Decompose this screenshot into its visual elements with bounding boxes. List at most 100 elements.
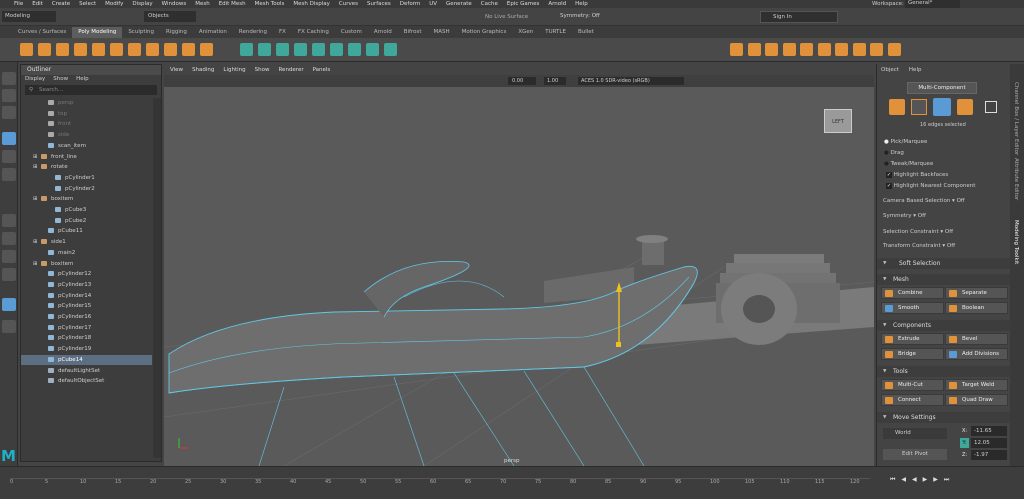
layout-two-icon[interactable] — [2, 250, 16, 263]
menu-display[interactable]: Display — [132, 1, 152, 7]
y-field[interactable]: 12.05 — [971, 438, 1007, 448]
outliner-row[interactable]: ⊞ side1 — [21, 237, 152, 248]
outliner-row[interactable]: defaultObjectSet — [21, 376, 152, 387]
viewport-menu-renderer[interactable]: Renderer — [278, 66, 303, 75]
face-mode-icon[interactable] — [933, 98, 951, 116]
highlight-nearest-checkbox[interactable]: ✓ Highlight Nearest Component — [886, 183, 975, 189]
go-start-icon[interactable]: ⏮ — [890, 476, 895, 486]
multi-cut-button[interactable]: Multi-Cut — [881, 379, 944, 391]
shelf-tool-icon[interactable] — [852, 43, 866, 56]
step-back-icon[interactable]: ◀ — [901, 476, 906, 486]
viewport-menu-shading[interactable]: Shading — [192, 66, 214, 75]
shelf-tab-custom[interactable]: Custom — [335, 27, 368, 38]
search-icon[interactable] — [2, 320, 16, 333]
scale-tool-icon[interactable] — [2, 168, 16, 181]
live-surface-field[interactable]: No Live Surface — [485, 12, 540, 22]
menu-mesh[interactable]: Mesh — [195, 1, 209, 7]
outliner-row[interactable]: pCube11 — [21, 226, 152, 237]
layout-single-icon[interactable] — [2, 214, 16, 227]
shelf-tab-turtle[interactable]: TURTLE — [539, 27, 572, 38]
z-field[interactable]: -1.97 — [971, 450, 1007, 460]
menu-surfaces[interactable]: Surfaces — [367, 1, 391, 7]
shelf-tab-bullet[interactable]: Bullet — [572, 27, 600, 38]
menu-modify[interactable]: Modify — [105, 1, 123, 7]
x-field[interactable]: -11.65 — [971, 426, 1007, 436]
shelf-tab-rendering[interactable]: Rendering — [233, 27, 273, 38]
edge-mode-icon[interactable] — [911, 99, 927, 115]
shelf-tool-icon[interactable] — [258, 43, 271, 56]
shelf-tab-bifrost[interactable]: Bifrost — [398, 27, 428, 38]
outliner-row[interactable]: front — [21, 119, 152, 130]
edit-pivot-button[interactable]: Edit Pivot — [883, 449, 947, 460]
outliner-menu-display[interactable]: Display — [25, 75, 45, 84]
highlight-backfaces-checkbox[interactable]: ✓ Highlight Backfaces — [886, 172, 948, 178]
outliner-row[interactable]: scan_item — [21, 141, 152, 152]
gamma-field[interactable]: 0.00 — [508, 77, 536, 85]
layout-four-icon[interactable] — [2, 232, 16, 245]
tweak-marquee-radio[interactable]: ● Tweak/Marquee — [884, 161, 933, 167]
menu-uv[interactable]: UV — [429, 1, 437, 7]
side-tab-channel-box[interactable]: Channel Box / Layer Editor — [1013, 82, 1019, 155]
connect-button[interactable]: Connect — [881, 394, 944, 406]
shelf-tool-icon[interactable] — [164, 43, 177, 56]
paint-select-icon[interactable] — [2, 106, 16, 119]
outliner-scrollbar[interactable] — [153, 98, 161, 458]
shelf-tool-icon[interactable] — [200, 43, 213, 56]
expand-toggle-icon[interactable]: ⊞ — [33, 162, 41, 173]
outliner-row[interactable]: pCylinder17 — [21, 323, 152, 334]
shelf-tool-icon[interactable] — [765, 43, 778, 56]
shelf-tab-curves-surfaces[interactable]: Curves / Surfaces — [12, 27, 72, 38]
menu-deform[interactable]: Deform — [400, 1, 420, 7]
shelf-tab-xgen[interactable]: XGen — [512, 27, 539, 38]
expand-toggle-icon[interactable]: ⊞ — [33, 194, 41, 205]
shelf-tool-icon[interactable] — [240, 43, 253, 56]
shelf-tab-mash[interactable]: MASH — [427, 27, 455, 38]
components-section-header[interactable]: Components — [877, 320, 1011, 331]
outliner-search-input[interactable]: ⚲ Search... — [25, 85, 157, 95]
go-end-icon[interactable]: ⏭ — [944, 476, 949, 486]
menu-arnold[interactable]: Arnold — [548, 1, 566, 7]
object-mode-icon[interactable] — [957, 99, 973, 115]
outliner-menu-show[interactable]: Show — [53, 75, 68, 84]
outliner-row[interactable]: pCylinder15 — [21, 301, 152, 312]
outliner-menu-help[interactable]: Help — [76, 75, 89, 84]
layout-outliner-icon[interactable] — [2, 268, 16, 281]
tools-section-header[interactable]: Tools — [877, 366, 1011, 377]
smooth-button[interactable]: Smooth — [881, 302, 944, 314]
menu-cache[interactable]: Cache — [481, 1, 498, 7]
shelf-tool-icon[interactable] — [887, 43, 901, 56]
menu-create[interactable]: Create — [52, 1, 70, 7]
shelf-tool-icon[interactable] — [366, 43, 379, 56]
sign-in-button[interactable]: Sign In — [760, 11, 838, 23]
soft-selection-header[interactable]: Soft Selection — [877, 258, 1011, 269]
step-forward-icon[interactable]: ▶ — [933, 476, 938, 486]
outliner-row[interactable]: ⊞ boxitem — [21, 194, 152, 205]
menu-edit-mesh[interactable]: Edit Mesh — [219, 1, 246, 7]
combine-button[interactable]: Combine — [881, 287, 944, 299]
outliner-row[interactable]: pCylinder13 — [21, 280, 152, 291]
shelf-tab-fx[interactable]: FX — [273, 27, 292, 38]
shelf-tool-icon[interactable] — [384, 43, 397, 56]
shelf-tool-icon[interactable] — [92, 43, 105, 56]
exposure-field[interactable]: 1.00 — [544, 77, 566, 85]
selection-constraint-label[interactable]: Selection Constraint ▾ Off — [883, 229, 953, 235]
shelf-tool-icon[interactable] — [330, 43, 343, 56]
rotate-tool-icon[interactable] — [2, 150, 16, 163]
shelf-tool-icon[interactable] — [74, 43, 87, 56]
shelf-tool-icon[interactable] — [870, 43, 883, 56]
outliner-row[interactable]: pCylinder12 — [21, 269, 152, 280]
shelf-tool-icon[interactable] — [348, 43, 361, 56]
move-tool-icon[interactable] — [2, 132, 16, 145]
menu-select[interactable]: Select — [79, 1, 96, 7]
side-tab-attribute-editor[interactable]: Attribute Editor — [1013, 158, 1019, 200]
expand-toggle-icon[interactable]: ⊞ — [33, 152, 41, 163]
shelf-tool-icon[interactable] — [782, 43, 796, 56]
menu-file[interactable]: File — [14, 1, 23, 7]
mesh-section-header[interactable]: Mesh — [877, 274, 1011, 285]
mtk-menu-object[interactable]: Object — [881, 67, 899, 73]
outliner-row[interactable]: pCylinder1 — [21, 173, 152, 184]
shelf-tool-icon[interactable] — [182, 43, 195, 56]
selection-mask-dropdown[interactable]: Objects — [144, 11, 196, 22]
outliner-row[interactable]: defaultLightSet — [21, 366, 152, 377]
layout-persp-outliner-icon[interactable] — [2, 298, 16, 311]
